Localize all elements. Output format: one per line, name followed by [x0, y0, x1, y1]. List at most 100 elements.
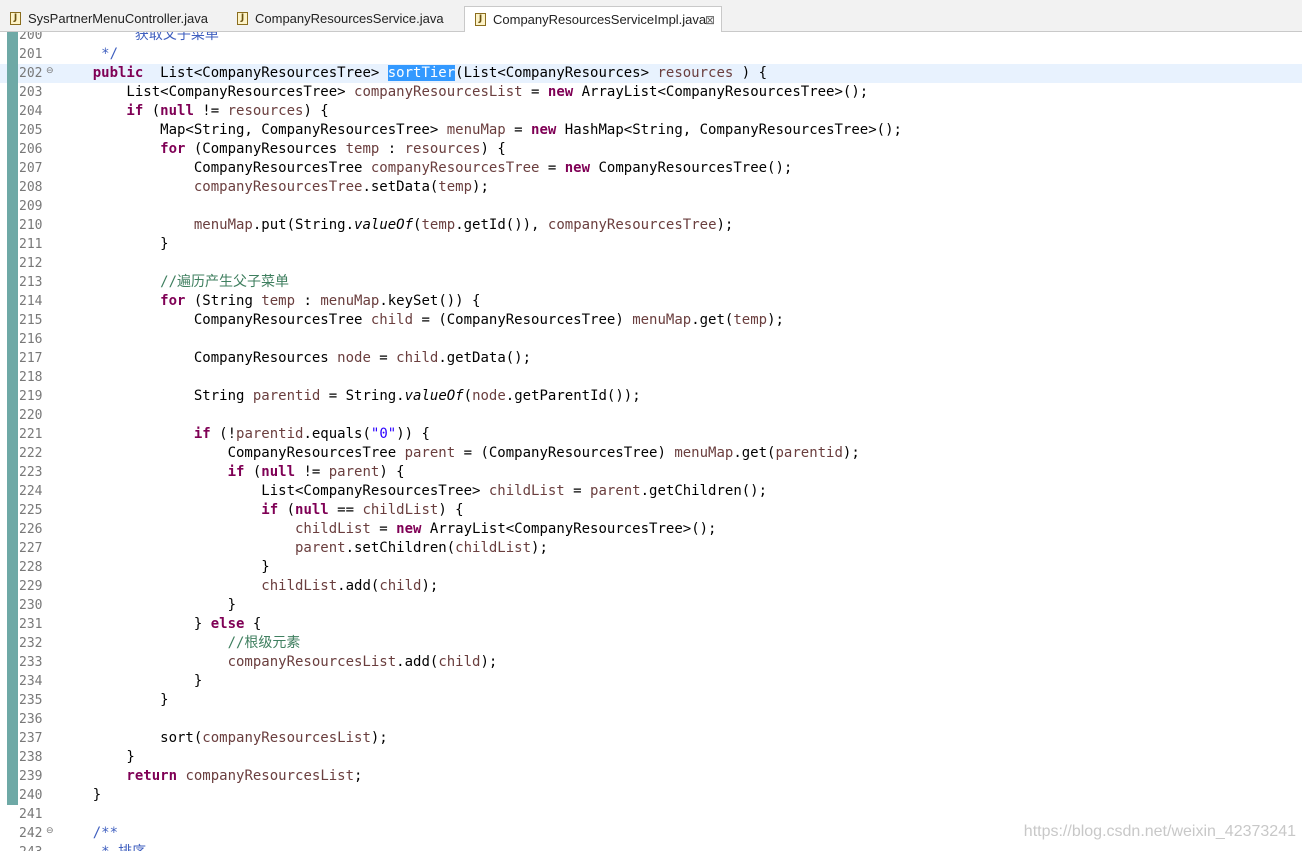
code-text: //遍历产生父子菜单	[59, 273, 289, 292]
code-line[interactable]: 205 Map<String, CompanyResourcesTree> me…	[0, 121, 1302, 140]
fold-toggle-icon[interactable]: ⊖	[46, 66, 54, 76]
code-token: node	[472, 388, 506, 404]
code-line[interactable]: 217 CompanyResources node = child.getDat…	[0, 349, 1302, 368]
fold-toggle-icon[interactable]: ⊖	[46, 826, 54, 836]
code-text: companyResourcesList.add(child);	[59, 653, 498, 672]
code-token: List<CompanyResourcesTree>	[59, 483, 489, 499]
code-line[interactable]: 223 if (null != parent) {	[0, 463, 1302, 482]
code-text: if (!parentid.equals("0")) {	[59, 425, 430, 444]
line-number: 240	[19, 788, 43, 803]
code-token: child	[438, 654, 481, 670]
tab-sys-partner-menu-controller[interactable]: J SysPartnerMenuController.java	[0, 6, 226, 32]
code-token: childList	[488, 483, 565, 499]
code-line[interactable]: 234 }	[0, 672, 1302, 691]
change-marker	[7, 634, 18, 653]
code-line[interactable]: 220	[0, 406, 1302, 425]
code-token: parentid	[775, 445, 843, 461]
code-text: }	[59, 748, 134, 767]
tab-company-resources-service-impl[interactable]: J CompanyResourcesServiceImpl.java ⊠	[464, 6, 722, 33]
code-token: .getId()),	[455, 217, 548, 233]
line-number: 226	[19, 522, 43, 537]
code-token: =	[522, 84, 548, 100]
code-line[interactable]: 207 CompanyResourcesTree companyResource…	[0, 159, 1302, 178]
code-token: childList	[59, 578, 338, 594]
code-line[interactable]: 212	[0, 254, 1302, 273]
code-token: for	[59, 141, 186, 157]
code-line[interactable]: 219 String parentid = String.valueOf(nod…	[0, 387, 1302, 406]
change-marker	[7, 786, 18, 805]
watermark: https://blog.csdn.net/weixin_42373241	[1023, 823, 1296, 840]
code-line[interactable]: 213 //遍历产生父子菜单	[0, 273, 1302, 292]
code-line[interactable]: 211 }	[0, 235, 1302, 254]
code-line[interactable]: 232 //根级元素	[0, 634, 1302, 653]
code-line[interactable]: 221 if (!parentid.equals("0")) {	[0, 425, 1302, 444]
code-token: parent	[404, 445, 456, 461]
code-token: ArrayList<CompanyResourcesTree>();	[573, 84, 869, 100]
code-line[interactable]: 224 List<CompanyResourcesTree> childList…	[0, 482, 1302, 501]
change-marker	[7, 330, 18, 349]
code-line[interactable]: 209	[0, 197, 1302, 216]
code-line[interactable]: 243 * 排序	[0, 843, 1302, 851]
code-token: null	[295, 502, 329, 518]
change-marker	[7, 273, 18, 292]
close-tab-icon[interactable]: ⊠	[705, 7, 715, 33]
line-number: 220	[19, 408, 43, 423]
code-line[interactable]: 216	[0, 330, 1302, 349]
code-line[interactable]: 230 }	[0, 596, 1302, 615]
code-token: * 排序	[59, 844, 146, 851]
code-line[interactable]: 233 companyResourcesList.add(child);	[0, 653, 1302, 672]
code-line[interactable]: 215 CompanyResourcesTree child = (Compan…	[0, 311, 1302, 330]
code-token: {	[244, 616, 262, 632]
code-token: companyResourcesList	[354, 84, 523, 100]
code-line[interactable]: 239 return companyResourcesList;	[0, 767, 1302, 786]
code-editor[interactable]: 200 获取父子菜单 201 */202 ⊖ public List<Company…	[0, 32, 1302, 851]
code-line[interactable]: 208 companyResourcesTree.setData(temp);	[0, 178, 1302, 197]
code-line[interactable]: 214 for (String temp : menuMap.keySet())…	[0, 292, 1302, 311]
change-marker	[7, 539, 18, 558]
code-token: parentid	[252, 388, 321, 404]
code-line[interactable]: 227 parent.setChildren(childList);	[0, 539, 1302, 558]
code-text: }	[59, 235, 168, 254]
line-number: 200	[19, 32, 43, 43]
editor-tab-bar: J SysPartnerMenuController.java J Compan…	[0, 0, 1302, 33]
code-text: * 排序	[59, 843, 146, 851]
code-token: sort(	[59, 730, 203, 746]
code-line[interactable]: 202 ⊖ public List<CompanyResourcesTree> s…	[0, 64, 1302, 83]
code-text: CompanyResources node = child.getData();	[59, 349, 531, 368]
code-token: menuMap	[59, 217, 253, 233]
code-line[interactable]: 201 */	[0, 45, 1302, 64]
code-line[interactable]: 204 if (null != resources) {	[0, 102, 1302, 121]
code-line[interactable]: 235 }	[0, 691, 1302, 710]
line-number: 207	[19, 161, 43, 176]
tab-company-resources-service[interactable]: J CompanyResourcesService.java	[227, 6, 463, 32]
code-line[interactable]: 218	[0, 368, 1302, 387]
code-line[interactable]: 206 for (CompanyResources temp : resourc…	[0, 140, 1302, 159]
code-line[interactable]: 240 }	[0, 786, 1302, 805]
code-line[interactable]: 226 childList = new ArrayList<CompanyRes…	[0, 520, 1302, 539]
code-line[interactable]: 203 List<CompanyResourcesTree> companyRe…	[0, 83, 1302, 102]
code-line[interactable]: 238 }	[0, 748, 1302, 767]
code-token: menuMap	[446, 122, 506, 138]
code-token: CompanyResourcesTree	[59, 312, 371, 328]
code-token: ) {	[733, 65, 768, 81]
code-line[interactable]: 228 }	[0, 558, 1302, 577]
code-token: if	[59, 426, 211, 442]
line-number: 211	[19, 237, 43, 252]
code-token: HashMap<String, CompanyResourcesTree>();	[556, 122, 902, 138]
code-line[interactable]: 222 CompanyResourcesTree parent = (Compa…	[0, 444, 1302, 463]
code-line[interactable]: 200 获取父子菜单	[0, 32, 1302, 45]
code-line[interactable]: 210 menuMap.put(String.valueOf(temp.getI…	[0, 216, 1302, 235]
code-line[interactable]: 229 childList.add(child);	[0, 577, 1302, 596]
code-token: childList	[59, 521, 371, 537]
code-token: ) {	[303, 103, 329, 119]
code-line[interactable]: 236	[0, 710, 1302, 729]
code-token: (!	[210, 426, 237, 442]
code-token: =	[505, 122, 532, 138]
code-line[interactable]: 237 sort(companyResourcesList);	[0, 729, 1302, 748]
code-line[interactable]: 225 if (null == childList) {	[0, 501, 1302, 520]
code-text: }	[59, 786, 101, 805]
code-line[interactable]: 231 } else {	[0, 615, 1302, 634]
code-line[interactable]: 241	[0, 805, 1302, 824]
line-number: 239	[19, 769, 43, 784]
code-token: );	[480, 654, 498, 670]
